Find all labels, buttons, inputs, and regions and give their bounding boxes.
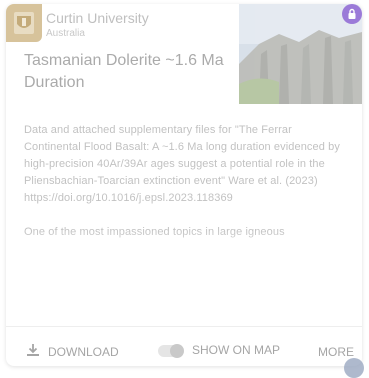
download-icon [26,343,40,360]
organization-name[interactable]: Curtin University [46,10,149,26]
toggle-knob [170,344,184,358]
description-fade [6,229,362,269]
card-header: Curtin University Australia Tasmanian Do… [6,4,362,104]
download-label: DOWNLOAD [48,344,119,359]
show-on-map-label[interactable]: SHOW ON MAP [192,343,280,357]
organization-country: Australia [46,28,85,39]
card-footer: DOWNLOAD SHOW ON MAP MORE [6,326,362,366]
lock-icon[interactable] [342,4,362,24]
dataset-card[interactable]: Curtin University Australia Tasmanian Do… [6,4,362,366]
show-on-map-toggle[interactable] [158,344,184,358]
download-button[interactable]: DOWNLOAD [26,343,119,360]
dataset-title[interactable]: Tasmanian Dolerite ~1.6 Ma Duration [24,50,236,94]
university-crest-icon [6,4,42,42]
globe-icon[interactable] [344,358,364,378]
description-paragraph: Data and attached supplementary files fo… [24,124,340,204]
more-button[interactable]: MORE [318,345,354,359]
